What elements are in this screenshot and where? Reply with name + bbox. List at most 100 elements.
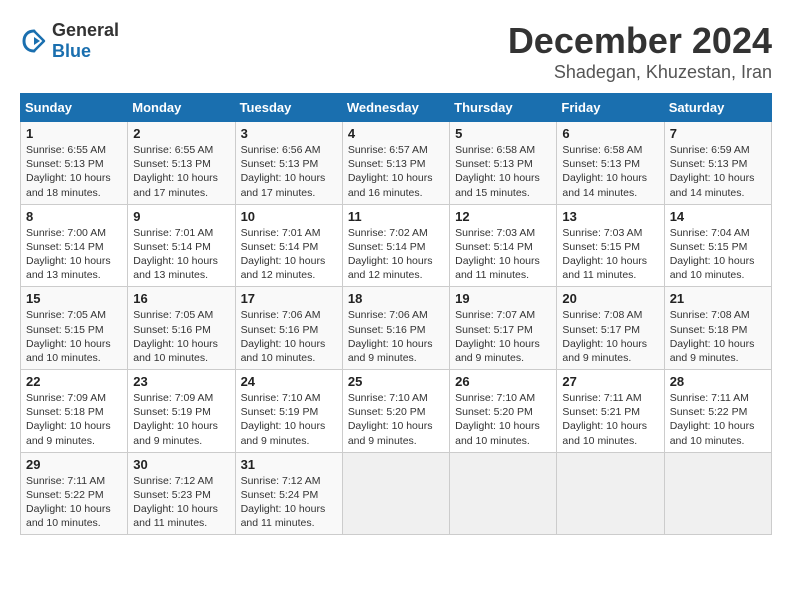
day-number: 10: [241, 209, 337, 224]
table-row: 1 Sunrise: 6:55 AM Sunset: 5:13 PM Dayli…: [21, 122, 128, 205]
table-row: 21 Sunrise: 7:08 AM Sunset: 5:18 PM Dayl…: [664, 287, 771, 370]
day-number: 18: [348, 291, 444, 306]
table-row: 17 Sunrise: 7:06 AM Sunset: 5:16 PM Dayl…: [235, 287, 342, 370]
day-number: 13: [562, 209, 658, 224]
table-row: 3 Sunrise: 6:56 AM Sunset: 5:13 PM Dayli…: [235, 122, 342, 205]
logo: General Blue: [20, 20, 119, 62]
day-number: 6: [562, 126, 658, 141]
table-row: 8 Sunrise: 7:00 AM Sunset: 5:14 PM Dayli…: [21, 204, 128, 287]
logo-general: General: [52, 20, 119, 40]
day-info: Sunrise: 7:08 AM Sunset: 5:18 PM Dayligh…: [670, 308, 766, 365]
day-number: 9: [133, 209, 229, 224]
table-row: [557, 452, 664, 535]
table-row: 12 Sunrise: 7:03 AM Sunset: 5:14 PM Dayl…: [450, 204, 557, 287]
day-info: Sunrise: 7:01 AM Sunset: 5:14 PM Dayligh…: [133, 226, 229, 283]
table-row: 24 Sunrise: 7:10 AM Sunset: 5:19 PM Dayl…: [235, 370, 342, 453]
day-info: Sunrise: 6:55 AM Sunset: 5:13 PM Dayligh…: [133, 143, 229, 200]
day-info: Sunrise: 6:59 AM Sunset: 5:13 PM Dayligh…: [670, 143, 766, 200]
day-number: 20: [562, 291, 658, 306]
day-info: Sunrise: 6:57 AM Sunset: 5:13 PM Dayligh…: [348, 143, 444, 200]
day-info: Sunrise: 7:11 AM Sunset: 5:21 PM Dayligh…: [562, 391, 658, 448]
day-info: Sunrise: 7:08 AM Sunset: 5:17 PM Dayligh…: [562, 308, 658, 365]
day-info: Sunrise: 7:12 AM Sunset: 5:24 PM Dayligh…: [241, 474, 337, 531]
day-info: Sunrise: 7:07 AM Sunset: 5:17 PM Dayligh…: [455, 308, 551, 365]
day-info: Sunrise: 7:03 AM Sunset: 5:15 PM Dayligh…: [562, 226, 658, 283]
table-row: 20 Sunrise: 7:08 AM Sunset: 5:17 PM Dayl…: [557, 287, 664, 370]
table-row: 30 Sunrise: 7:12 AM Sunset: 5:23 PM Dayl…: [128, 452, 235, 535]
day-number: 15: [26, 291, 122, 306]
day-info: Sunrise: 6:58 AM Sunset: 5:13 PM Dayligh…: [562, 143, 658, 200]
col-friday: Friday: [557, 94, 664, 122]
table-row: 4 Sunrise: 6:57 AM Sunset: 5:13 PM Dayli…: [342, 122, 449, 205]
table-row: 26 Sunrise: 7:10 AM Sunset: 5:20 PM Dayl…: [450, 370, 557, 453]
table-row: 25 Sunrise: 7:10 AM Sunset: 5:20 PM Dayl…: [342, 370, 449, 453]
day-info: Sunrise: 7:09 AM Sunset: 5:18 PM Dayligh…: [26, 391, 122, 448]
table-row: 23 Sunrise: 7:09 AM Sunset: 5:19 PM Dayl…: [128, 370, 235, 453]
table-row: 5 Sunrise: 6:58 AM Sunset: 5:13 PM Dayli…: [450, 122, 557, 205]
table-row: 28 Sunrise: 7:11 AM Sunset: 5:22 PM Dayl…: [664, 370, 771, 453]
table-row: 2 Sunrise: 6:55 AM Sunset: 5:13 PM Dayli…: [128, 122, 235, 205]
table-row: [664, 452, 771, 535]
day-number: 1: [26, 126, 122, 141]
day-number: 22: [26, 374, 122, 389]
page-header: General Blue December 2024 Shadegan, Khu…: [20, 20, 772, 83]
table-row: 19 Sunrise: 7:07 AM Sunset: 5:17 PM Dayl…: [450, 287, 557, 370]
day-number: 21: [670, 291, 766, 306]
day-number: 14: [670, 209, 766, 224]
table-row: [342, 452, 449, 535]
table-row: 27 Sunrise: 7:11 AM Sunset: 5:21 PM Dayl…: [557, 370, 664, 453]
day-number: 11: [348, 209, 444, 224]
day-info: Sunrise: 7:05 AM Sunset: 5:16 PM Dayligh…: [133, 308, 229, 365]
table-row: 18 Sunrise: 7:06 AM Sunset: 5:16 PM Dayl…: [342, 287, 449, 370]
logo-blue: Blue: [52, 41, 91, 61]
day-number: 24: [241, 374, 337, 389]
table-row: 6 Sunrise: 6:58 AM Sunset: 5:13 PM Dayli…: [557, 122, 664, 205]
table-row: 31 Sunrise: 7:12 AM Sunset: 5:24 PM Dayl…: [235, 452, 342, 535]
day-number: 26: [455, 374, 551, 389]
day-number: 12: [455, 209, 551, 224]
day-info: Sunrise: 7:12 AM Sunset: 5:23 PM Dayligh…: [133, 474, 229, 531]
table-row: 16 Sunrise: 7:05 AM Sunset: 5:16 PM Dayl…: [128, 287, 235, 370]
logo-wordmark: General Blue: [52, 20, 119, 62]
day-number: 25: [348, 374, 444, 389]
calendar-header-row: Sunday Monday Tuesday Wednesday Thursday…: [21, 94, 772, 122]
day-number: 7: [670, 126, 766, 141]
day-info: Sunrise: 7:09 AM Sunset: 5:19 PM Dayligh…: [133, 391, 229, 448]
logo-icon: [20, 27, 48, 55]
col-saturday: Saturday: [664, 94, 771, 122]
day-number: 17: [241, 291, 337, 306]
day-number: 4: [348, 126, 444, 141]
col-tuesday: Tuesday: [235, 94, 342, 122]
day-info: Sunrise: 6:56 AM Sunset: 5:13 PM Dayligh…: [241, 143, 337, 200]
day-info: Sunrise: 7:11 AM Sunset: 5:22 PM Dayligh…: [26, 474, 122, 531]
day-info: Sunrise: 7:02 AM Sunset: 5:14 PM Dayligh…: [348, 226, 444, 283]
day-info: Sunrise: 7:10 AM Sunset: 5:20 PM Dayligh…: [348, 391, 444, 448]
day-number: 23: [133, 374, 229, 389]
day-number: 8: [26, 209, 122, 224]
table-row: 13 Sunrise: 7:03 AM Sunset: 5:15 PM Dayl…: [557, 204, 664, 287]
table-row: 9 Sunrise: 7:01 AM Sunset: 5:14 PM Dayli…: [128, 204, 235, 287]
day-number: 31: [241, 457, 337, 472]
day-info: Sunrise: 7:05 AM Sunset: 5:15 PM Dayligh…: [26, 308, 122, 365]
day-number: 29: [26, 457, 122, 472]
title-block: December 2024 Shadegan, Khuzestan, Iran: [508, 20, 772, 83]
day-info: Sunrise: 7:00 AM Sunset: 5:14 PM Dayligh…: [26, 226, 122, 283]
day-number: 3: [241, 126, 337, 141]
day-number: 30: [133, 457, 229, 472]
col-wednesday: Wednesday: [342, 94, 449, 122]
day-number: 2: [133, 126, 229, 141]
day-info: Sunrise: 7:03 AM Sunset: 5:14 PM Dayligh…: [455, 226, 551, 283]
table-row: 22 Sunrise: 7:09 AM Sunset: 5:18 PM Dayl…: [21, 370, 128, 453]
day-info: Sunrise: 7:01 AM Sunset: 5:14 PM Dayligh…: [241, 226, 337, 283]
day-info: Sunrise: 7:10 AM Sunset: 5:20 PM Dayligh…: [455, 391, 551, 448]
table-row: 29 Sunrise: 7:11 AM Sunset: 5:22 PM Dayl…: [21, 452, 128, 535]
table-row: 11 Sunrise: 7:02 AM Sunset: 5:14 PM Dayl…: [342, 204, 449, 287]
month-title: December 2024: [508, 20, 772, 62]
day-number: 19: [455, 291, 551, 306]
day-number: 28: [670, 374, 766, 389]
col-thursday: Thursday: [450, 94, 557, 122]
table-row: [450, 452, 557, 535]
day-info: Sunrise: 7:10 AM Sunset: 5:19 PM Dayligh…: [241, 391, 337, 448]
table-row: 10 Sunrise: 7:01 AM Sunset: 5:14 PM Dayl…: [235, 204, 342, 287]
calendar-table: Sunday Monday Tuesday Wednesday Thursday…: [20, 93, 772, 535]
